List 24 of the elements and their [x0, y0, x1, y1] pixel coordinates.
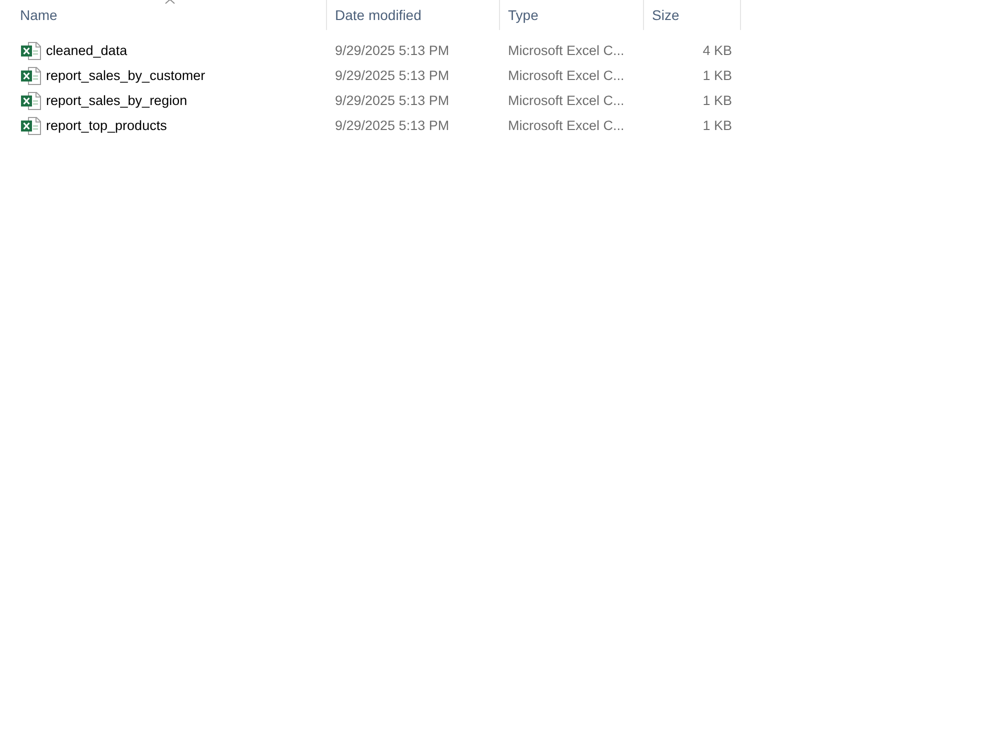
date-modified-text: 9/29/2025 5:13 PM	[335, 93, 450, 108]
file-size-text: 1 KB	[702, 93, 732, 108]
file-name[interactable]: cleaned_data	[46, 43, 128, 58]
file-name[interactable]: report_sales_by_customer	[46, 68, 206, 83]
column-header[interactable]: Size	[644, 0, 680, 30]
column-header[interactable]: Name	[0, 0, 58, 30]
file-type-text: Microsoft Excel C...	[508, 118, 624, 133]
date-modified-text: 9/29/2025 5:13 PM	[335, 68, 450, 83]
file-type-text: Microsoft Excel C...	[508, 43, 624, 58]
column-header[interactable]: Type	[500, 0, 538, 30]
file-size-text: 1 KB	[702, 68, 732, 83]
file-size-text: 4 KB	[702, 43, 732, 58]
date-modified-text: 9/29/2025 5:13 PM	[335, 43, 450, 58]
file-type-text: Microsoft Excel C...	[508, 93, 624, 108]
spreadsheet-file-icon	[21, 42, 41, 60]
file-size-text: 1 KB	[702, 118, 732, 133]
spreadsheet-file-icon	[21, 116, 41, 134]
date-modified-text: 9/29/2025 5:13 PM	[335, 118, 450, 133]
file-name[interactable]: report_top_products	[46, 118, 167, 133]
file-type-text: Microsoft Excel C...	[508, 68, 624, 83]
file-name[interactable]: report_sales_by_region	[46, 93, 188, 108]
spreadsheet-file-icon	[21, 66, 41, 84]
spreadsheet-file-icon	[21, 92, 41, 110]
column-header[interactable]: Date modified	[327, 0, 422, 30]
